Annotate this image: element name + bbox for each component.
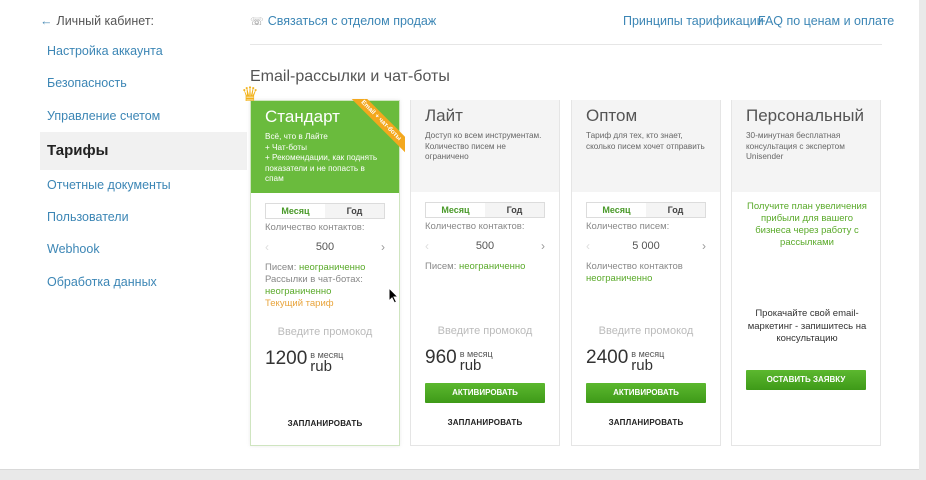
plan-card-standard: ♛ Email + чат-боты Стандарт Всё, что в Л… [241, 85, 405, 446]
sidebar-item-billing[interactable]: Управление счетом [40, 97, 247, 135]
plan-card-personal: Персональный 30-минутная бесплатная конс… [731, 100, 881, 446]
price-currency: rub [459, 357, 482, 374]
toggle-month[interactable]: Месяц [587, 203, 646, 217]
consultation-benefit-text: Получите план увеличения прибыли для ваш… [747, 201, 867, 248]
billing-period-toggle: Месяц Год [586, 202, 706, 218]
billing-period-toggle: Месяц Год [425, 202, 545, 218]
plan-name: Персональный [746, 106, 864, 125]
plan-price: 1200 в месяц rub [265, 348, 343, 374]
letters-value: неограниченно [458, 261, 526, 272]
section-title: Email-рассылки и чат-боты [250, 68, 450, 85]
promo-code-input[interactable]: Введите промокод [251, 326, 399, 338]
plan-limits: Писем: неограниченно Рассылки в чат-бота… [265, 262, 390, 310]
chevron-left-icon[interactable]: ‹ [586, 237, 590, 255]
emails-stepper: ‹ 5 000 › [586, 237, 706, 255]
mouse-cursor-icon [388, 287, 400, 304]
stepper-value: 500 [475, 240, 495, 252]
contacts-value: неограниченно [586, 273, 653, 284]
price-currency: rub [310, 358, 332, 375]
plan-header: Лайт Доступ ко всем инструментам. Количе… [411, 100, 559, 192]
plan-description: Тариф для тех, кто знает, сколько писем … [586, 131, 705, 151]
plan-description: Доступ ко всем инструментам. Количество … [425, 131, 542, 161]
header-divider [250, 44, 882, 45]
screen: ← Личный кабинет: Настройка аккаунта Безо… [0, 0, 926, 480]
crown-icon: ♛ [241, 84, 259, 106]
plan-header: Персональный 30-минутная бесплатная конс… [732, 100, 880, 192]
letters-label: Писем: [265, 262, 297, 273]
chevron-left-icon[interactable]: ‹ [265, 238, 269, 256]
consultation-cta-text: Прокачайте свой email-маркетинг - запиши… [747, 308, 867, 344]
plan-price: 960 в месяц rub [425, 347, 493, 373]
plan-card-wholesale: Оптом Тариф для тех, кто знает, сколько … [571, 100, 721, 446]
plan-price: 2400 в месяц rub [586, 347, 664, 373]
plan-ribbon-label: Email + чат-боты [347, 99, 405, 157]
chevron-left-icon[interactable]: ‹ [425, 237, 429, 255]
activate-button[interactable]: АКТИВИРОВАТЬ [586, 383, 706, 403]
contacts-count-label: Количество контактов: [265, 222, 365, 233]
emails-count-label: Количество писем: [586, 221, 670, 232]
letters-value: неограниченно [298, 262, 366, 273]
chevron-right-icon[interactable]: › [702, 237, 706, 255]
contacts-stepper: ‹ 500 › [425, 237, 545, 255]
schedule-button[interactable]: ЗАПЛАНИРОВАТЬ [251, 419, 399, 428]
contact-sales-label: Связаться с отделом продаж [267, 14, 437, 28]
toggle-year[interactable]: Год [646, 203, 705, 217]
price-amount: 960 [425, 347, 457, 368]
chatbot-label: Рассылки в чат-ботах: [265, 274, 363, 285]
chevron-right-icon[interactable]: › [541, 237, 545, 255]
contact-sales-link[interactable]: ☏ Связаться с отделом продаж [250, 14, 436, 28]
billing-period-toggle: Месяц Год [265, 203, 385, 219]
price-amount: 2400 [586, 347, 629, 368]
schedule-button[interactable]: ЗАПЛАНИРОВАТЬ [411, 418, 559, 427]
stepper-value: 5 000 [632, 240, 660, 252]
sidebar-item-tariffs[interactable]: Тарифы [40, 132, 247, 170]
letters-label: Писем: [425, 261, 457, 272]
activate-button[interactable]: АКТИВИРОВАТЬ [425, 383, 545, 403]
pricing-principles-link[interactable]: Принципы тарификации [623, 14, 764, 28]
back-link[interactable]: ← Личный кабинет: [40, 14, 154, 28]
schedule-button[interactable]: ЗАПЛАНИРОВАТЬ [572, 418, 720, 427]
plan-limits: Количество контактов неограниченно [586, 261, 711, 285]
chatbot-value: неограниченно [265, 286, 332, 297]
promo-code-input[interactable]: Введите промокод [411, 325, 559, 337]
sidebar-item-data-processing[interactable]: Обработка данных [40, 263, 247, 301]
plan-name: Лайт [425, 106, 463, 125]
arrow-left-icon: ← [40, 14, 53, 28]
chevron-right-icon[interactable]: › [381, 238, 385, 256]
back-link-label: Личный кабинет: [56, 14, 155, 28]
stepper-value: 500 [315, 241, 335, 253]
plan-description: 30-минутная бесплатная консультация с эк… [746, 131, 845, 161]
toggle-month[interactable]: Месяц [426, 203, 485, 217]
toggle-year[interactable]: Год [485, 203, 544, 217]
plan-name: Оптом [586, 106, 638, 125]
current-plan-label: Текущий тариф [265, 298, 334, 309]
page: ← Личный кабинет: Настройка аккаунта Безо… [0, 0, 919, 470]
phone-icon: ☏ [250, 16, 264, 28]
leave-request-button[interactable]: ОСТАВИТЬ ЗАЯВКУ [746, 370, 866, 390]
price-amount: 1200 [265, 348, 308, 369]
contacts-count-label: Количество контактов: [425, 221, 525, 232]
plan-limits: Писем: неограниченно [425, 261, 550, 273]
plan-ribbon: Email + чат-боты [347, 99, 405, 157]
pricing-faq-link[interactable]: FAQ по ценам и оплате [758, 14, 894, 28]
toggle-month[interactable]: Месяц [266, 204, 325, 218]
plan-header: Оптом Тариф для тех, кто знает, сколько … [572, 100, 720, 192]
plan-card-lite: Лайт Доступ ко всем инструментам. Количе… [410, 100, 560, 446]
price-currency: rub [631, 357, 653, 374]
promo-code-input[interactable]: Введите промокод [572, 325, 720, 337]
contacts-stepper: ‹ 500 › [265, 238, 385, 256]
toggle-year[interactable]: Год [325, 204, 384, 218]
contacts-label: Количество контактов [586, 261, 683, 272]
